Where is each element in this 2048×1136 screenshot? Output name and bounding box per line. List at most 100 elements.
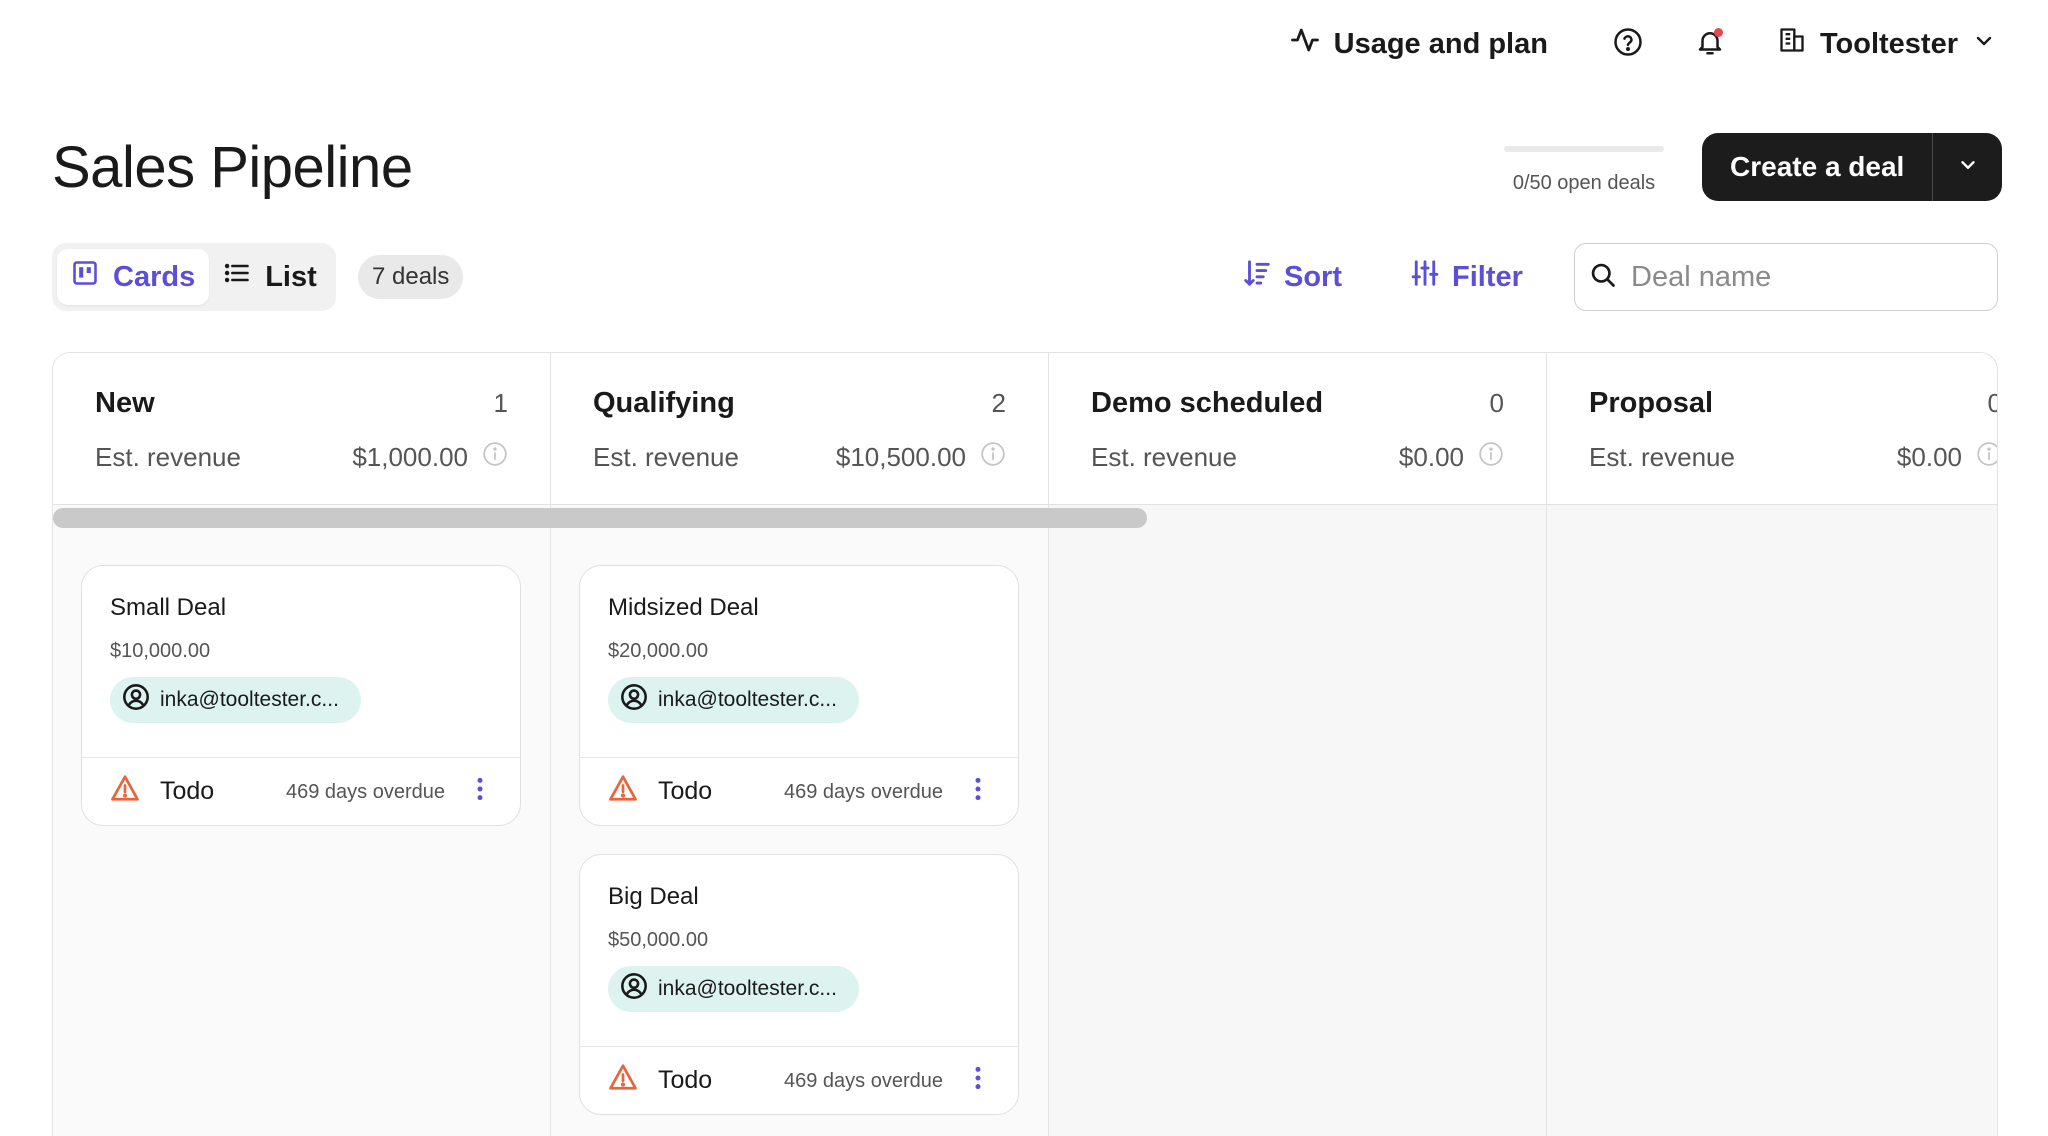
info-icon[interactable] <box>1976 441 1997 474</box>
page-title: Sales Pipeline <box>52 135 413 200</box>
pipeline-column: Demo scheduled 0 Est. revenue $0.00 <box>1049 353 1547 1136</box>
deal-value: $50,000.00 <box>608 929 709 951</box>
deal-card[interactable]: Big Deal $50,000.00 inka@tooltester.c... To… <box>579 854 1019 1115</box>
help-button[interactable] <box>1606 22 1650 66</box>
sliders-icon <box>1410 258 1440 296</box>
deal-value: $10,000.00 <box>110 640 211 662</box>
kebab-icon <box>973 1065 983 1096</box>
list-view-button[interactable]: List <box>209 249 331 305</box>
deal-owner-email: inka@tooltester.c... <box>658 688 837 711</box>
list-icon <box>223 259 251 295</box>
cards-view-button[interactable]: Cards <box>57 249 210 305</box>
deal-owner-pill[interactable]: inka@tooltester.c... <box>110 677 361 723</box>
top-bar: Usage and plan Tooltester <box>1290 22 1996 66</box>
info-icon[interactable] <box>980 441 1006 474</box>
chevron-down-icon <box>1972 28 1996 61</box>
deal-search-input[interactable] <box>1631 260 1971 294</box>
user-circle-icon <box>122 683 150 717</box>
deal-value: $20,000.00 <box>608 640 709 662</box>
building-icon <box>1778 26 1806 62</box>
deal-card-content: Midsized Deal $20,000.00 inka@tooltester.c… <box>580 566 1018 757</box>
column-deal-count: 2 <box>991 387 1006 418</box>
task-overdue-text: 469 days overdue <box>286 780 446 803</box>
deal-owner-pill[interactable]: inka@tooltester.c... <box>608 677 859 723</box>
column-deal-count: 0 <box>1988 388 1997 419</box>
task-status-label: Todo <box>658 777 713 805</box>
column-revenue-row: Est. revenue $10,500.00 <box>593 437 1006 477</box>
chevron-down-icon <box>1957 154 1979 181</box>
deal-task-row: Todo 469 days overdue <box>580 1046 1018 1114</box>
column-body: Small Deal $10,000.00 inka@tooltester.c...… <box>53 505 550 1136</box>
filter-button[interactable]: Filter <box>1410 257 1523 297</box>
column-revenue: $1,000.00 <box>352 441 508 474</box>
sort-button[interactable]: Sort <box>1242 257 1342 297</box>
deal-card-content: Big Deal $50,000.00 inka@tooltester.c... <box>580 855 1018 1046</box>
column-body: Midsized Deal $20,000.00 inka@tooltester.c… <box>551 505 1048 1136</box>
est-revenue-label: Est. revenue <box>95 441 241 472</box>
task-status[interactable]: Todo <box>110 773 286 810</box>
user-circle-icon <box>620 972 648 1006</box>
create-deal-button[interactable]: Create a deal <box>1702 133 1932 201</box>
deal-card[interactable]: Midsized Deal $20,000.00 inka@tooltester.c… <box>579 565 1019 826</box>
deal-task-row: Todo 469 days overdue <box>580 757 1018 825</box>
column-body <box>1547 505 1997 1136</box>
info-icon[interactable] <box>482 441 508 474</box>
deal-more-button[interactable] <box>966 1061 990 1101</box>
column-title-row: Proposal 0 <box>1589 383 1997 423</box>
est-revenue-label: Est. revenue <box>1091 441 1237 472</box>
org-name: Tooltester <box>1819 27 1958 60</box>
est-revenue-label: Est. revenue <box>1589 441 1735 472</box>
column-title-row: Demo scheduled 0 <box>1091 383 1504 423</box>
search-icon <box>1589 261 1617 294</box>
task-status-label: Todo <box>658 1066 713 1094</box>
activity-icon <box>1290 25 1320 63</box>
column-body <box>1049 505 1546 1136</box>
column-revenue-row: Est. revenue $0.00 <box>1091 437 1504 477</box>
kanban-icon <box>71 259 99 295</box>
deal-card-content: Small Deal $10,000.00 inka@tooltester.c... <box>82 566 520 757</box>
open-deals-meter: 0/50 open deals <box>1504 146 1664 195</box>
deal-card[interactable]: Small Deal $10,000.00 inka@tooltester.c...… <box>81 565 521 826</box>
notification-dot <box>1713 28 1723 37</box>
org-switcher[interactable]: Tooltester <box>1778 26 1996 62</box>
column-revenue-row: Est. revenue $1,000.00 <box>95 437 508 477</box>
create-deal-options-button[interactable] <box>1932 133 2002 201</box>
deal-search <box>1574 243 1998 311</box>
est-revenue-value: $0.00 <box>1398 441 1464 472</box>
column-title: Qualifying <box>593 386 735 419</box>
column-title-row: Qualifying 2 <box>593 383 1006 423</box>
column-revenue-row: Est. revenue $0.00 <box>1589 437 1997 477</box>
open-deals-label: 0/50 open deals <box>1512 172 1656 194</box>
column-deal-count: 0 <box>1489 387 1504 418</box>
deal-owner-pill[interactable]: inka@tooltester.c... <box>608 966 859 1012</box>
usage-and-plan-label: Usage and plan <box>1333 27 1548 60</box>
sort-icon <box>1242 258 1272 296</box>
deal-count-badge: 7 deals <box>358 255 464 299</box>
deal-more-button[interactable] <box>966 772 990 812</box>
deal-task-row: Todo 469 days overdue <box>82 757 520 825</box>
sort-label: Sort <box>1284 260 1342 293</box>
task-status[interactable]: Todo <box>608 773 784 810</box>
user-circle-icon <box>620 683 648 717</box>
board-horizontal-scrollbar[interactable] <box>53 508 1147 528</box>
cards-view-label: Cards <box>113 260 196 293</box>
warning-triangle-icon <box>110 773 140 810</box>
create-deal-button-group: Create a deal <box>1702 133 2003 201</box>
view-toggle: Cards List <box>52 243 336 311</box>
deal-more-button[interactable] <box>468 772 492 812</box>
usage-and-plan-button[interactable]: Usage and plan <box>1290 25 1548 63</box>
pipeline-column: Proposal 0 Est. revenue $0.00 <box>1547 353 1997 1136</box>
column-title: Proposal <box>1589 386 1714 419</box>
pipeline-board: New 1 Est. revenue $1,000.00 Small Deal $10,0… <box>52 352 1998 1136</box>
warning-triangle-icon <box>608 1062 638 1099</box>
notifications-button[interactable] <box>1688 22 1732 66</box>
est-revenue-value: $10,500.00 <box>835 441 966 472</box>
task-status[interactable]: Todo <box>608 1062 784 1099</box>
help-circle-icon <box>1613 27 1643 62</box>
column-title: New <box>95 386 155 419</box>
column-revenue: $0.00 <box>1897 441 1997 474</box>
column-deal-count: 1 <box>493 387 508 418</box>
filter-label: Filter <box>1452 260 1523 293</box>
list-view-label: List <box>265 260 317 293</box>
info-icon[interactable] <box>1478 441 1504 474</box>
